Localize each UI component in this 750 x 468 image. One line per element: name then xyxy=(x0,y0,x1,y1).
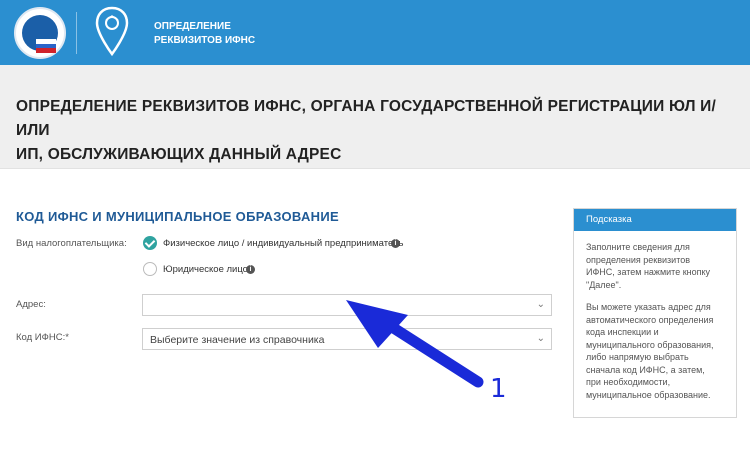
ifns-code-placeholder: Выберите значение из справочника xyxy=(150,334,325,346)
chevron-down-icon[interactable]: ⌄ xyxy=(537,333,545,344)
radio-individual[interactable] xyxy=(143,236,157,250)
section-title: КОД ИФНС И МУНИЦИПАЛЬНОЕ ОБРАЗОВАНИЕ xyxy=(16,209,339,224)
hint-panel: Подсказка Заполните сведения для определ… xyxy=(573,208,737,418)
hint-line: ИФНС, затем нажмите кнопку xyxy=(586,267,711,277)
russian-flag-icon xyxy=(36,39,56,53)
page-title: ОПРЕДЕЛЕНИЕ РЕКВИЗИТОВ ИФНС, ОРГАНА ГОСУ… xyxy=(16,95,736,167)
info-icon[interactable]: i xyxy=(246,265,255,274)
hint-line: Вы можете указать адрес для xyxy=(586,302,711,312)
hint-line: автоматического определения xyxy=(586,314,714,325)
location-pin-icon xyxy=(95,6,129,57)
hint-line: муниципальное образование. xyxy=(586,389,711,400)
hint-header: Подсказка xyxy=(574,209,736,231)
hint-line: кода инспекции и xyxy=(586,327,659,337)
ifns-code-select[interactable]: Выберите значение из справочника ⌄ xyxy=(142,328,552,350)
header-title[interactable]: Определение реквизитов ИФНС xyxy=(154,20,354,48)
hint-title: Подсказка xyxy=(586,214,632,225)
fns-logo[interactable] xyxy=(14,7,66,59)
annotation-number: 1 xyxy=(490,374,507,404)
address-label: Адрес: xyxy=(16,299,46,310)
chevron-down-icon[interactable]: ⌄ xyxy=(537,299,545,310)
hint-line: муниципального образования, xyxy=(586,339,714,350)
hint-line: "Далее". xyxy=(586,279,622,290)
ifns-code-label: Код ИФНС:* xyxy=(16,332,69,343)
info-icon[interactable]: i xyxy=(391,239,400,248)
page-title-line2: ИП, ОБСЛУЖИВАЮЩИХ ДАННЫЙ АДРЕС xyxy=(16,146,342,163)
hint-line: при необходимости, xyxy=(586,377,671,387)
radio-legal[interactable] xyxy=(143,262,157,276)
top-header: Определение реквизитов ИФНС xyxy=(0,0,750,65)
hint-paragraph-2: Вы можете указать адрес для автоматическ… xyxy=(586,301,731,401)
radio-legal-label[interactable]: Юридическое лицо xyxy=(163,264,248,275)
address-select[interactable]: ⌄ xyxy=(142,294,552,316)
taxpayer-type-label: Вид налогоплательщика: xyxy=(16,238,127,249)
header-divider xyxy=(76,12,77,54)
hint-line: Заполните сведения для xyxy=(586,242,690,252)
header-title-line2: реквизитов ИФНС xyxy=(154,35,256,46)
radio-individual-label[interactable]: Физическое лицо / индивидуальный предпри… xyxy=(163,238,403,249)
hint-line: сначала код ИФНС, а затем, xyxy=(586,364,705,375)
page-title-line1: ОПРЕДЕЛЕНИЕ РЕКВИЗИТОВ ИФНС, ОРГАНА ГОСУ… xyxy=(16,98,717,139)
logo-emblem-icon xyxy=(22,15,58,53)
hint-line: либо напрямую выбрать xyxy=(586,352,689,362)
header-title-line1: Определение xyxy=(154,21,231,32)
hint-line: определения реквизитов xyxy=(586,254,690,265)
hint-paragraph-1: Заполните сведения для определения рекви… xyxy=(586,241,731,291)
